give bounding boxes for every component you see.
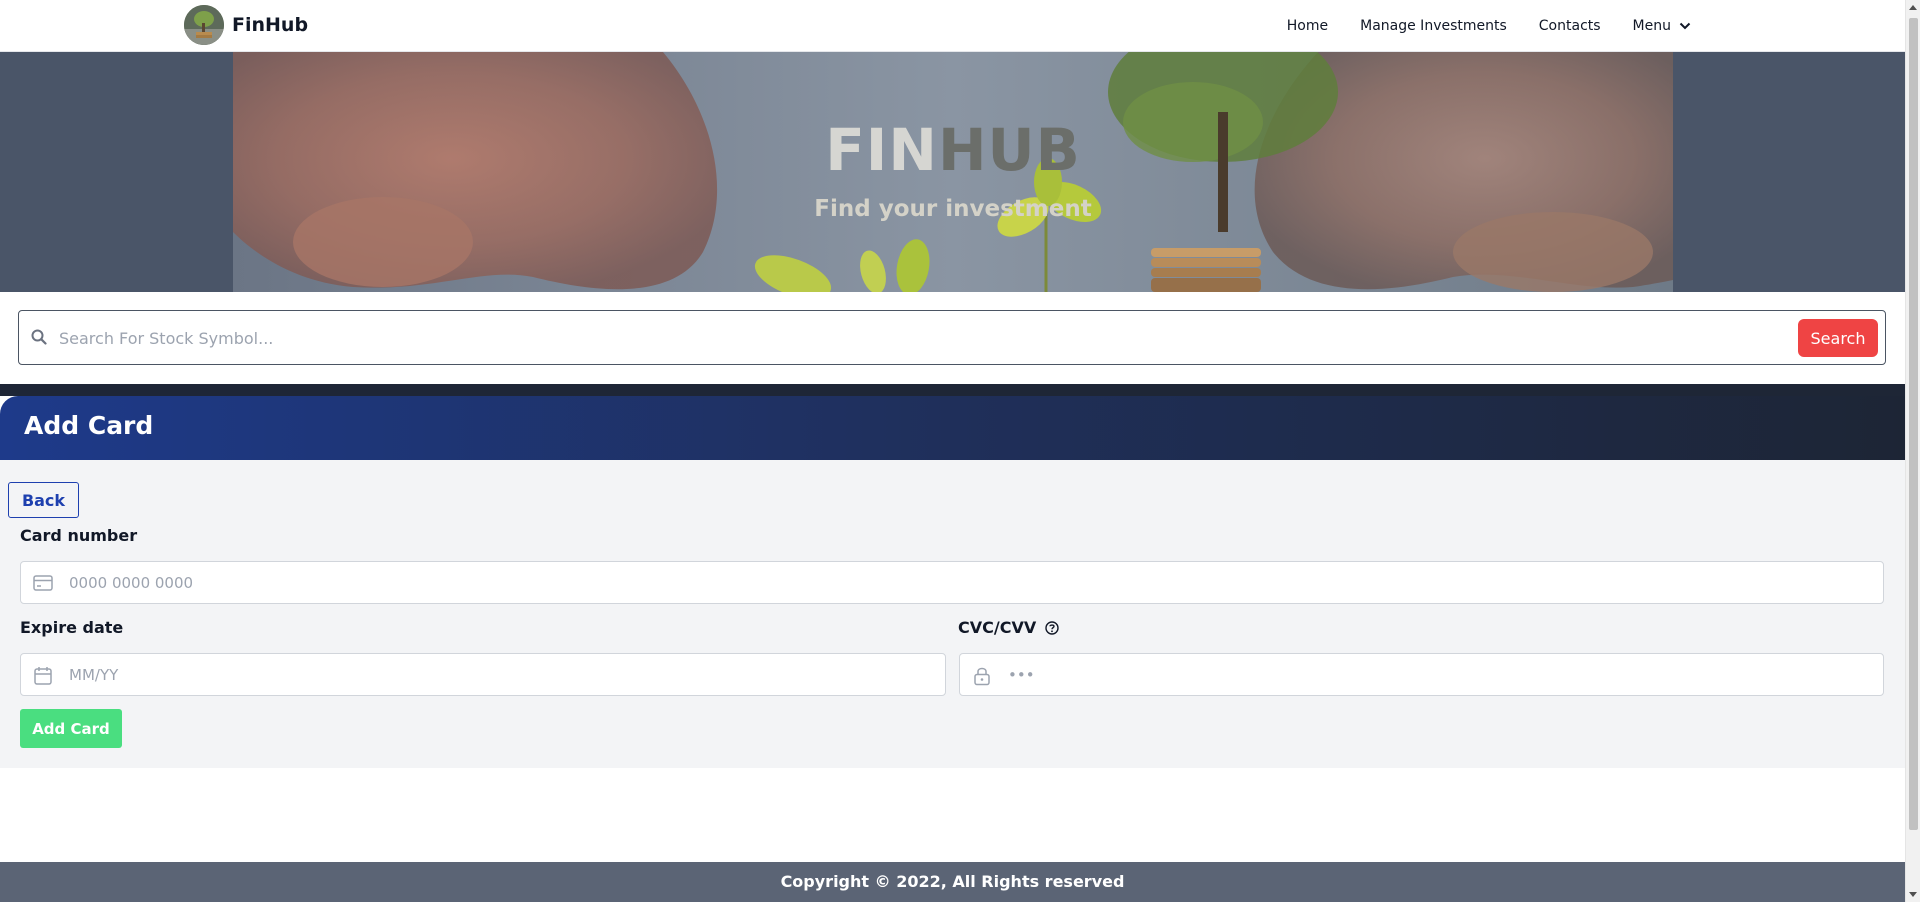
finhub-logo-icon xyxy=(184,5,224,45)
back-button[interactable]: Back xyxy=(8,482,79,518)
lock-icon xyxy=(974,667,990,686)
add-card-button[interactable]: Add Card xyxy=(20,709,122,748)
brand[interactable]: FinHub xyxy=(184,5,308,45)
hero-subtitle: Find your investment xyxy=(814,196,1092,222)
scrollbar-thumb[interactable] xyxy=(1909,18,1918,830)
expire-date-input[interactable] xyxy=(69,660,929,690)
cvc-label: CVC/CVV xyxy=(958,618,1037,637)
help-circle-icon[interactable] xyxy=(1045,621,1059,635)
credit-card-icon xyxy=(33,575,53,591)
chevron-down-icon xyxy=(1679,22,1691,30)
hero-image: FINHUB Find your investment xyxy=(233,52,1673,292)
card-number-input[interactable] xyxy=(69,568,1859,598)
cvc-input[interactable] xyxy=(1008,660,1868,690)
hero-title-fin: FIN xyxy=(825,116,938,184)
nav-menu-dropdown[interactable]: Menu xyxy=(1633,18,1691,34)
scroll-down-arrow-icon[interactable] xyxy=(1909,892,1917,897)
scroll-up-arrow-icon[interactable] xyxy=(1909,5,1917,10)
nav-links: Home Manage Investments Contacts Menu xyxy=(1255,0,1691,52)
card-number-field xyxy=(20,561,1884,604)
footer-copyright: Copyright © 2022, All Rights reserved xyxy=(780,872,1125,891)
nav-link-contacts[interactable]: Contacts xyxy=(1539,18,1601,34)
section-divider xyxy=(0,384,1905,396)
stock-search-bar: Search xyxy=(18,310,1886,365)
navbar: FinHub Home Manage Investments Contacts … xyxy=(0,0,1905,52)
add-card-form: Back Card number Expire date CVC/CVV Add xyxy=(0,460,1905,768)
hero-title: FINHUB xyxy=(233,116,1673,184)
expire-date-label: Expire date xyxy=(20,618,124,637)
card-number-label: Card number xyxy=(20,526,138,545)
add-card-header: Add Card xyxy=(0,396,1905,460)
cvc-field xyxy=(959,653,1884,696)
page-title: Add Card xyxy=(24,411,154,440)
brand-name: FinHub xyxy=(232,14,309,36)
page-scrollbar[interactable] xyxy=(1905,0,1920,902)
search-icon xyxy=(31,329,47,345)
nav-link-home[interactable]: Home xyxy=(1287,18,1328,34)
search-button[interactable]: Search xyxy=(1798,319,1878,357)
calendar-icon xyxy=(34,667,52,685)
expire-date-field xyxy=(20,653,946,696)
nav-link-manage-investments[interactable]: Manage Investments xyxy=(1360,18,1507,34)
hero-banner: FINHUB Find your investment xyxy=(0,52,1905,292)
hero-title-hub: HUB xyxy=(937,116,1081,184)
nav-menu-label: Menu xyxy=(1632,18,1671,34)
search-input[interactable] xyxy=(59,321,1799,355)
footer: Copyright © 2022, All Rights reserved xyxy=(0,862,1905,902)
